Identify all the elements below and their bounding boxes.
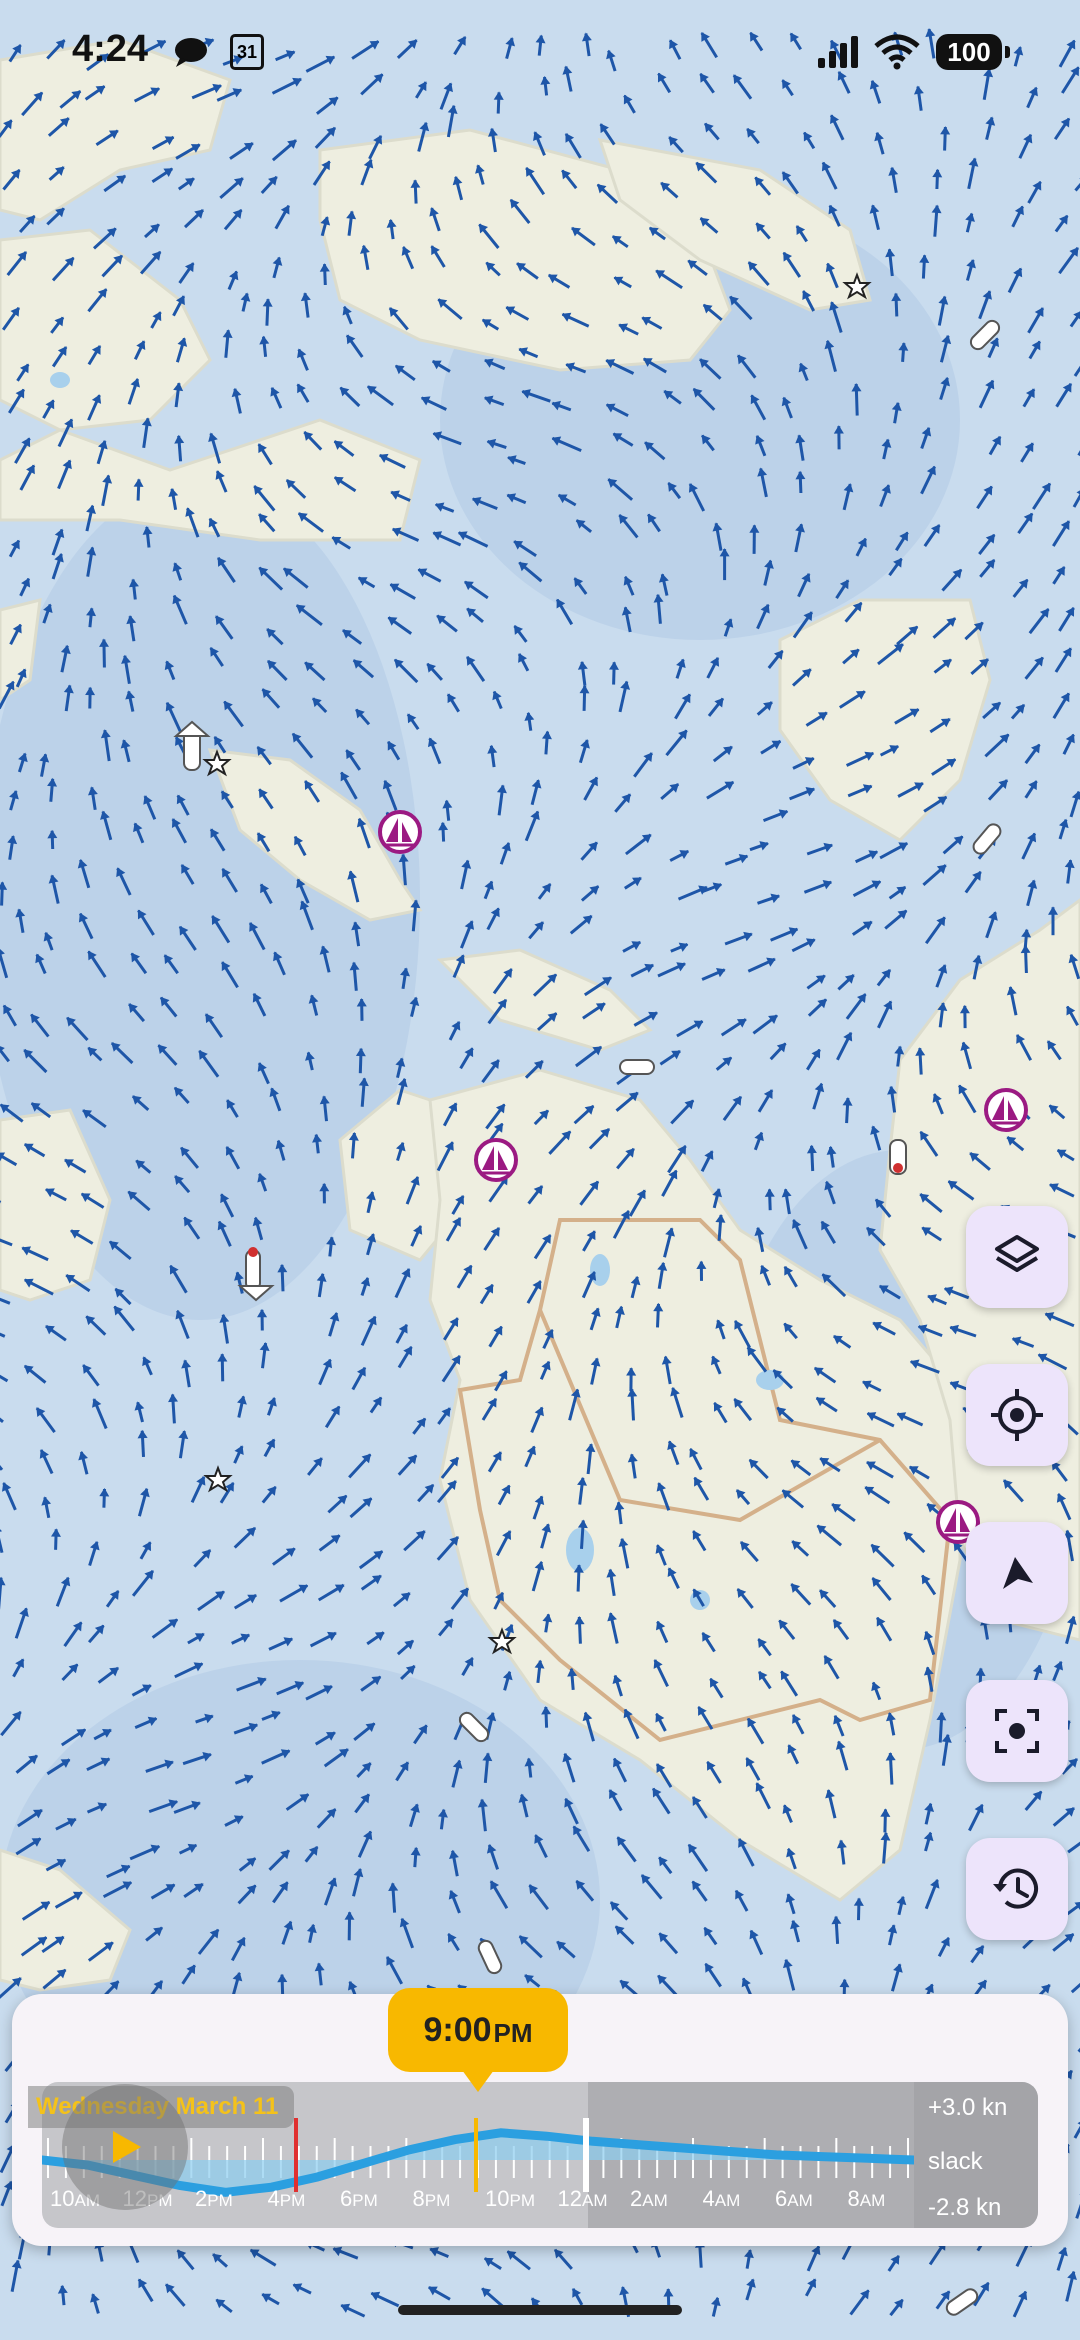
- scale-min: -2.8 kn: [928, 2194, 1002, 2221]
- hour-label: 2PM: [195, 2186, 233, 2211]
- layers-icon: [995, 1235, 1039, 1272]
- navigate-button[interactable]: [966, 1522, 1068, 1624]
- hour-label: 10PM: [485, 2186, 535, 2211]
- history-button[interactable]: [966, 1838, 1068, 1940]
- gps-target-icon: [991, 1389, 1043, 1441]
- hour-label: 4PM: [267, 2186, 306, 2211]
- hour-label: 6PM: [340, 2186, 378, 2211]
- selected-time: 9:00: [423, 2010, 492, 2049]
- status-bar: 4:24 31 100: [0, 0, 1080, 110]
- hour-label: 8PM: [412, 2186, 451, 2211]
- hour-label: 2AM: [630, 2186, 668, 2211]
- wifi-icon: [874, 34, 920, 70]
- navigation-arrow-icon: [1003, 1557, 1033, 1589]
- time-bubble-pointer: [462, 2070, 494, 2092]
- play-icon: [113, 2131, 141, 2163]
- fit-view-button[interactable]: [966, 1680, 1068, 1782]
- selected-time-bubble[interactable]: 9:00 PM: [388, 1988, 568, 2072]
- hour-label: 8AM: [847, 2186, 886, 2211]
- scale-max: +3.0 kn: [928, 2094, 1008, 2121]
- layers-button[interactable]: [966, 1206, 1068, 1308]
- marina-icon: [984, 1088, 1028, 1132]
- hour-label: 6AM: [775, 2186, 813, 2211]
- scale-mid: slack: [928, 2148, 983, 2175]
- locate-button[interactable]: [966, 1364, 1068, 1466]
- selected-ampm: PM: [493, 2017, 533, 2048]
- status-time: 4:24: [72, 28, 149, 70]
- battery-indicator: 100: [936, 34, 1010, 70]
- marina-icon: [474, 1138, 518, 1182]
- home-indicator[interactable]: [398, 2305, 682, 2315]
- marina-icon: [378, 810, 422, 854]
- signal-icon: [818, 36, 858, 68]
- calendar-icon: 31: [230, 34, 264, 70]
- calendar-day: 31: [236, 41, 258, 62]
- hour-label: 12AM: [557, 2186, 608, 2211]
- messages-icon: [175, 38, 207, 67]
- hour-label: 4AM: [702, 2186, 741, 2211]
- focus-frame-icon: [995, 1709, 1039, 1753]
- play-button[interactable]: [62, 2084, 188, 2210]
- history-icon: [993, 1868, 1038, 1909]
